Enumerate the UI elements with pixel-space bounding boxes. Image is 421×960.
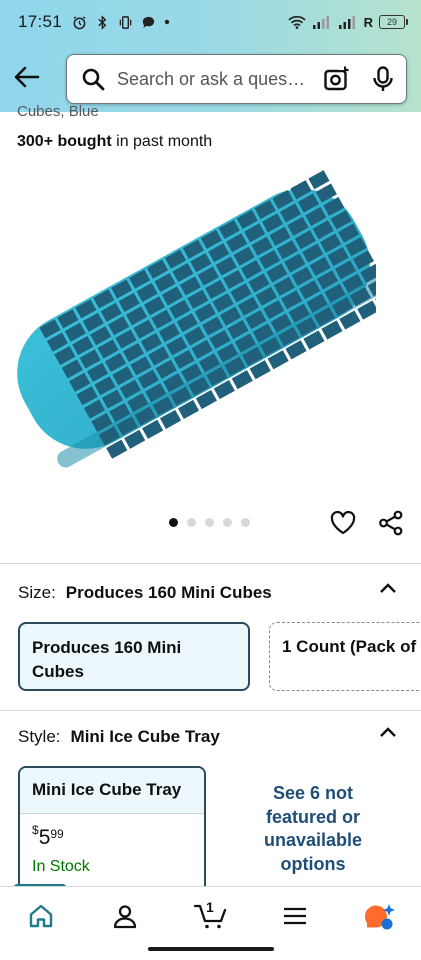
nav-cart[interactable]: 1 — [193, 899, 229, 931]
nav-account[interactable] — [110, 901, 140, 931]
carrier-flag: R — [363, 14, 373, 30]
divider — [0, 710, 421, 711]
product-title-fragment: Cubes, Blue — [17, 103, 99, 120]
rufus-assistant-icon — [364, 904, 395, 930]
bottom-navigation: 1 — [0, 886, 421, 942]
top-header-area: 17:51 R 29 — [0, 0, 421, 112]
status-time: 17:51 — [18, 12, 63, 31]
style-option-title: Mini Ice Cube Tray — [20, 768, 204, 814]
price-symbol: $ — [32, 823, 39, 837]
wifi-icon — [288, 15, 306, 29]
divider — [0, 563, 421, 564]
size-option-selected[interactable]: Produces 160 Mini Cubes — [18, 622, 250, 691]
camera-icon[interactable] — [323, 65, 351, 93]
back-arrow-icon — [14, 66, 40, 88]
status-bar: 17:51 R 29 — [0, 0, 421, 44]
alarm-icon — [73, 15, 86, 29]
search-input[interactable] — [117, 68, 307, 90]
search-bar[interactable] — [66, 54, 407, 104]
price-fraction: 99 — [50, 827, 64, 841]
chat-bubble-icon — [142, 16, 155, 28]
dot-icon — [164, 19, 170, 25]
search-icon — [82, 68, 105, 91]
bought-period: in past month — [111, 133, 213, 150]
bluetooth-icon — [98, 14, 107, 30]
carousel-dot[interactable] — [205, 518, 214, 527]
back-button[interactable] — [10, 60, 44, 94]
carousel-dot[interactable] — [187, 518, 196, 527]
heart-icon[interactable] — [330, 510, 356, 536]
size-option[interactable]: 1 Count (Pack of — [269, 622, 421, 691]
size-label: Size: — [18, 583, 56, 602]
cart-count: 1 — [206, 899, 214, 915]
size-value: Produces 160 Mini Cubes — [65, 583, 272, 602]
gesture-navigation-bar[interactable] — [148, 947, 274, 951]
nav-menu[interactable] — [280, 901, 310, 931]
chevron-up-icon[interactable] — [379, 726, 397, 738]
price-whole: 5 — [38, 826, 51, 849]
product-image[interactable] — [10, 166, 376, 468]
mic-icon[interactable] — [371, 66, 395, 92]
account-icon — [113, 905, 137, 929]
bought-count: 300+ bought — [17, 133, 112, 150]
style-label: Style: — [18, 727, 61, 746]
battery-indicator: 29 — [379, 15, 408, 29]
bought-in-past-month: 300+ bought in past month — [17, 133, 212, 151]
stock-status: In Stock — [32, 858, 90, 875]
signal-icon — [338, 16, 355, 29]
carousel-dot[interactable] — [169, 518, 178, 527]
home-icon — [29, 904, 53, 928]
style-value: Mini Ice Cube Tray — [70, 727, 220, 746]
style-selector-header[interactable]: Style: Mini Ice Cube Tray — [18, 727, 220, 747]
menu-icon — [284, 907, 306, 925]
share-icon[interactable] — [378, 510, 404, 536]
chevron-up-icon[interactable] — [379, 582, 397, 594]
image-carousel-dots[interactable] — [169, 518, 250, 527]
vibrate-icon — [119, 15, 132, 29]
size-selector-header[interactable]: Size: Produces 160 Mini Cubes — [18, 583, 272, 603]
nav-home[interactable] — [26, 901, 56, 931]
see-unavailable-options-link[interactable]: See 6 not featured or unavailable option… — [250, 782, 376, 876]
carousel-dot[interactable] — [241, 518, 250, 527]
style-option-selected[interactable]: Mini Ice Cube Tray $599 In Stock — [18, 766, 206, 896]
carousel-dot[interactable] — [223, 518, 232, 527]
signal-icon — [312, 16, 329, 29]
price: $599 — [32, 823, 64, 850]
nav-assistant[interactable] — [363, 901, 397, 931]
